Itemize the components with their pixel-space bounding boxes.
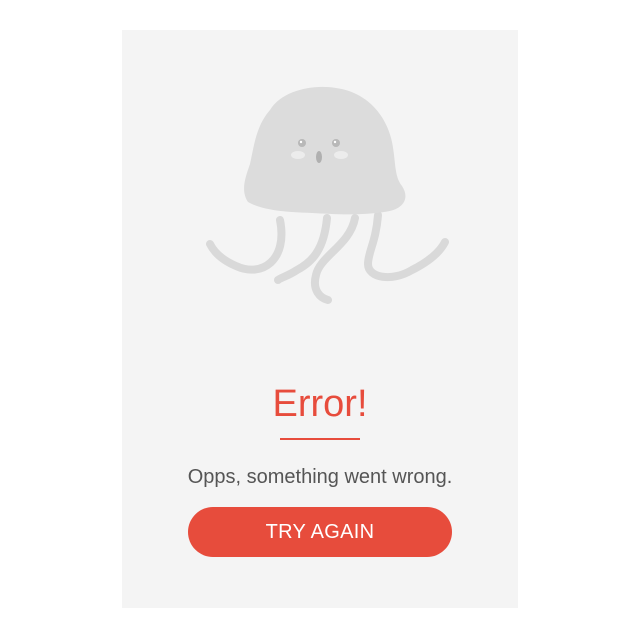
tentacle-right xyxy=(363,211,449,282)
error-card: Error! Opps, something went wrong. TRY A… xyxy=(122,30,518,608)
left-eye xyxy=(298,139,306,147)
mouth xyxy=(316,151,322,163)
tentacle-far-left xyxy=(206,216,286,274)
error-message: Opps, something went wrong. xyxy=(187,466,453,488)
jellyfish-icon xyxy=(206,86,449,304)
left-cheek xyxy=(291,151,305,159)
right-eye xyxy=(332,139,340,147)
right-eye-shine xyxy=(333,140,337,144)
jellyfish-bell xyxy=(244,86,406,215)
title-underline xyxy=(280,438,360,440)
tentacle-middle xyxy=(311,214,359,304)
try-again-button[interactable]: TRY AGAIN xyxy=(188,507,452,557)
right-cheek xyxy=(334,151,348,159)
error-title: Error! xyxy=(272,383,368,425)
left-eye-shine xyxy=(299,140,303,144)
